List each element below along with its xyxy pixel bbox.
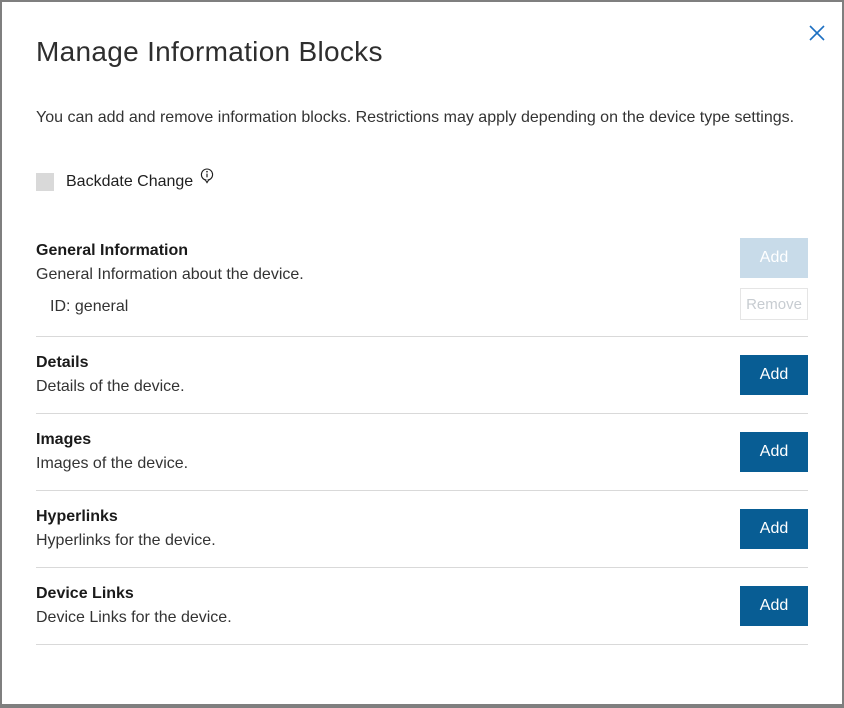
- add-button[interactable]: Add: [740, 509, 808, 549]
- blocks-list: General Information General Information …: [36, 222, 808, 645]
- dialog-content: Manage Information Blocks You can add an…: [2, 34, 842, 645]
- block-description: Details of the device.: [36, 377, 185, 397]
- block-row: Hyperlinks Hyperlinks for the device. Ad…: [36, 491, 808, 568]
- remove-button: Remove: [740, 288, 808, 320]
- block-title: General Information: [36, 241, 304, 261]
- block-description: Images of the device.: [36, 454, 188, 474]
- block-buttons: Add: [740, 355, 808, 395]
- add-button: Add: [740, 238, 808, 278]
- block-info: Device Links Device Links for the device…: [36, 584, 232, 628]
- block-title: Hyperlinks: [36, 507, 216, 527]
- close-icon: [808, 24, 826, 42]
- block-buttons: Add Remove: [740, 238, 808, 320]
- block-description: Hyperlinks for the device.: [36, 531, 216, 551]
- block-row: Details Details of the device. Add: [36, 337, 808, 414]
- backdate-change-label: Backdate Change: [66, 173, 193, 191]
- block-title: Device Links: [36, 584, 232, 604]
- add-button[interactable]: Add: [740, 586, 808, 626]
- backdate-change-row: Backdate Change: [36, 172, 808, 192]
- block-buttons: Add: [740, 586, 808, 626]
- block-info: Details Details of the device.: [36, 353, 185, 397]
- block-id: ID: general: [36, 297, 304, 317]
- block-info: Hyperlinks Hyperlinks for the device.: [36, 507, 216, 551]
- backdate-change-checkbox[interactable]: [36, 173, 54, 191]
- block-description: General Information about the device.: [36, 265, 304, 285]
- info-icon[interactable]: [200, 168, 214, 184]
- close-button[interactable]: [804, 20, 830, 46]
- add-button[interactable]: Add: [740, 355, 808, 395]
- block-title: Images: [36, 430, 188, 450]
- block-info: Images Images of the device.: [36, 430, 188, 474]
- block-description: Device Links for the device.: [36, 608, 232, 628]
- block-buttons: Add: [740, 509, 808, 549]
- block-info: General Information General Information …: [36, 241, 304, 317]
- dialog-title: Manage Information Blocks: [36, 34, 808, 70]
- block-title: Details: [36, 353, 185, 373]
- block-buttons: Add: [740, 432, 808, 472]
- block-row: Images Images of the device. Add: [36, 414, 808, 491]
- block-row: General Information General Information …: [36, 222, 808, 337]
- add-button[interactable]: Add: [740, 432, 808, 472]
- dialog-description: You can add and remove information block…: [36, 108, 808, 128]
- block-row: Device Links Device Links for the device…: [36, 568, 808, 645]
- manage-information-blocks-dialog: Manage Information Blocks You can add an…: [0, 0, 844, 708]
